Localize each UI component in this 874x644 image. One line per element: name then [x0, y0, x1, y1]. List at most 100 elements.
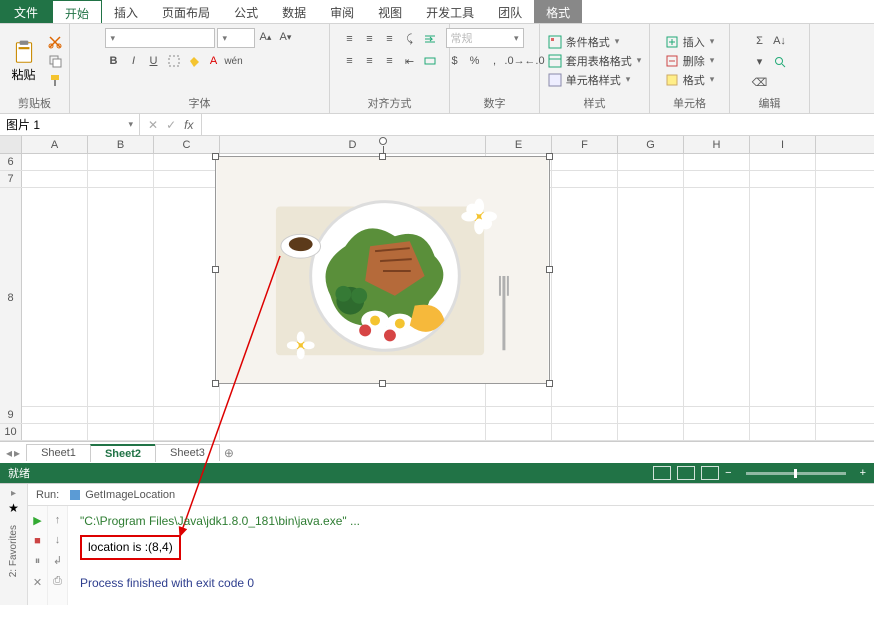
resize-handle[interactable]	[379, 380, 386, 387]
increase-font-button[interactable]: A▴	[257, 28, 275, 46]
rerun-button[interactable]: ▶	[33, 514, 41, 527]
copy-button[interactable]	[46, 52, 64, 70]
clear-button[interactable]: ⌫	[751, 74, 769, 92]
underline-button[interactable]: U	[145, 52, 163, 70]
col-header[interactable]: E	[486, 136, 552, 153]
cond-format-button[interactable]: 条件格式▾	[548, 33, 642, 51]
close-button[interactable]: ✕	[33, 576, 42, 589]
comma-button[interactable]: ,	[486, 52, 504, 70]
align-mid-button[interactable]: ≡	[361, 30, 379, 48]
name-box[interactable]: 图片 1▾	[0, 114, 140, 135]
select-all-corner[interactable]	[0, 136, 22, 153]
insert-cells-button[interactable]: 插入▾	[665, 33, 715, 51]
row-header[interactable]: 6	[0, 154, 22, 170]
resize-handle[interactable]	[546, 266, 553, 273]
resize-handle[interactable]	[379, 153, 386, 160]
resize-handle[interactable]	[546, 380, 553, 387]
col-header[interactable]: F	[552, 136, 618, 153]
tab-devtools[interactable]: 开发工具	[414, 0, 486, 23]
fill-button[interactable]: ▾	[751, 53, 769, 71]
orientation-button[interactable]: ⤹	[401, 30, 419, 48]
fx-confirm-button[interactable]: ✓	[166, 118, 176, 132]
sheet-tab[interactable]: Sheet3	[155, 444, 220, 461]
cut-button[interactable]	[46, 33, 64, 51]
autosum-button[interactable]: Σ	[751, 32, 769, 50]
percent-button[interactable]: %	[466, 52, 484, 70]
cell-style-button[interactable]: 单元格样式▾	[548, 71, 642, 89]
tab-formulas[interactable]: 公式	[222, 0, 270, 23]
col-header[interactable]: I	[750, 136, 816, 153]
find-button[interactable]	[771, 53, 789, 71]
tab-team[interactable]: 团队	[486, 0, 534, 23]
tab-home[interactable]: 开始	[52, 0, 102, 23]
sheet-tab[interactable]: Sheet2	[90, 444, 156, 462]
add-sheet-button[interactable]: ⊕	[219, 446, 239, 460]
down-button[interactable]: ↓	[55, 534, 61, 546]
row-header[interactable]: 7	[0, 171, 22, 187]
console-output[interactable]: "C:\Program Files\Java\jdk1.8.0_181\bin\…	[68, 506, 372, 605]
col-header[interactable]: G	[618, 136, 684, 153]
favorites-tab[interactable]: 2: Favorites	[8, 525, 19, 577]
align-center-button[interactable]: ≡	[361, 52, 379, 70]
table-format-button[interactable]: 套用表格格式▾	[548, 52, 642, 70]
col-header[interactable]: C	[154, 136, 220, 153]
wrap-button[interactable]	[421, 30, 439, 48]
zoom-in-button[interactable]: +	[860, 467, 866, 479]
tab-insert[interactable]: 插入	[102, 0, 150, 23]
rotate-handle[interactable]	[379, 137, 387, 145]
formula-input[interactable]	[201, 114, 874, 135]
paste-button[interactable]: 粘贴	[6, 39, 42, 83]
col-header[interactable]: A	[22, 136, 88, 153]
resize-handle[interactable]	[546, 153, 553, 160]
view-layout-button[interactable]	[677, 466, 695, 480]
format-painter-button[interactable]	[46, 71, 64, 89]
embedded-picture[interactable]	[215, 156, 550, 384]
tab-data[interactable]: 数据	[270, 0, 318, 23]
border-button[interactable]	[165, 52, 183, 70]
font-size-combo[interactable]: ▾	[217, 28, 255, 48]
delete-cells-button[interactable]: 删除▾	[665, 52, 715, 70]
decrease-font-button[interactable]: A▾	[277, 28, 295, 46]
row-header[interactable]: 9	[0, 407, 22, 423]
sort-button[interactable]: A↓	[771, 32, 789, 50]
sheet-nav-prev[interactable]: ▸	[14, 446, 20, 460]
up-button[interactable]: ↑	[55, 514, 61, 526]
bold-button[interactable]: B	[105, 52, 123, 70]
stop-button[interactable]: ■	[34, 535, 41, 547]
indent-dec-button[interactable]: ⇤	[401, 52, 419, 70]
align-right-button[interactable]: ≡	[381, 52, 399, 70]
file-menu[interactable]: 文件	[0, 0, 52, 23]
resize-handle[interactable]	[212, 380, 219, 387]
row-header[interactable]: 10	[0, 424, 22, 440]
sheet-tab[interactable]: Sheet1	[26, 444, 91, 461]
align-left-button[interactable]: ≡	[341, 52, 359, 70]
merge-button[interactable]	[421, 52, 439, 70]
fill-color-button[interactable]	[185, 52, 203, 70]
tab-context-format[interactable]: 格式	[534, 0, 582, 23]
row-header[interactable]: 8	[0, 188, 22, 407]
fx-cancel-button[interactable]: ✕	[148, 118, 158, 132]
tab-layout[interactable]: 页面布局	[150, 0, 222, 23]
zoom-out-button[interactable]: −	[725, 467, 731, 479]
fx-button[interactable]: fx	[184, 118, 193, 132]
font-color-button[interactable]: A	[205, 52, 223, 70]
tab-view[interactable]: 视图	[366, 0, 414, 23]
sheet-nav-first[interactable]: ◂	[6, 446, 12, 460]
format-cells-button[interactable]: 格式▾	[665, 71, 715, 89]
number-format-combo[interactable]: 常规▾	[446, 28, 524, 48]
view-pagebreak-button[interactable]	[701, 466, 719, 480]
italic-button[interactable]: I	[125, 52, 143, 70]
view-normal-button[interactable]	[653, 466, 671, 480]
align-top-button[interactable]: ≡	[341, 30, 359, 48]
resize-handle[interactable]	[212, 153, 219, 160]
align-bot-button[interactable]: ≡	[381, 30, 399, 48]
tab-review[interactable]: 审阅	[318, 0, 366, 23]
font-name-combo[interactable]: ▾	[105, 28, 215, 48]
currency-button[interactable]: $	[446, 52, 464, 70]
col-header[interactable]: D	[220, 136, 486, 153]
resize-handle[interactable]	[212, 266, 219, 273]
inc-decimal-button[interactable]: .0→	[506, 52, 524, 70]
soft-wrap-button[interactable]: ↲	[53, 554, 62, 567]
col-header[interactable]: B	[88, 136, 154, 153]
run-config[interactable]: GetImageLocation	[69, 489, 175, 501]
